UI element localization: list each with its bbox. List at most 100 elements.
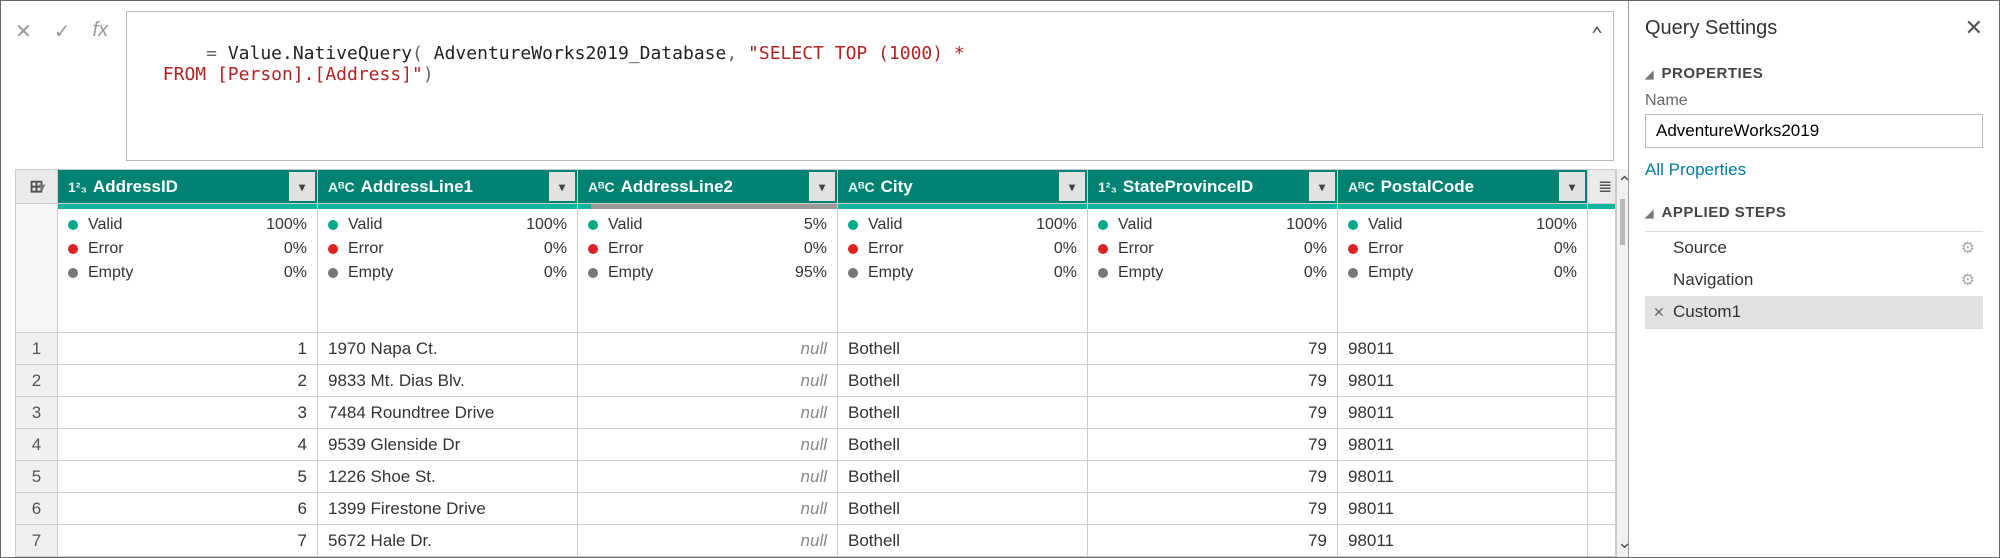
column-header-AddressLine1[interactable]: AᴮCAddressLine1▾ bbox=[318, 170, 578, 204]
table-row[interactable]: 661399 Firestone DrivenullBothell7998011 bbox=[16, 493, 1616, 525]
cell-end bbox=[1588, 461, 1616, 493]
column-header-PostalCode[interactable]: AᴮCPostalCode▾ bbox=[1338, 170, 1588, 204]
cell-AddressLine2[interactable]: null bbox=[578, 461, 838, 493]
cell-City[interactable]: Bothell bbox=[838, 461, 1088, 493]
cell-StateProvinceID[interactable]: 79 bbox=[1088, 365, 1338, 397]
table-row[interactable]: 337484 Roundtree DrivenullBothell7998011 bbox=[16, 397, 1616, 429]
filter-icon[interactable]: ▾ bbox=[809, 172, 835, 201]
cell-AddressID[interactable]: 4 bbox=[58, 429, 318, 461]
row-number: 7 bbox=[16, 525, 58, 557]
cell-AddressLine1[interactable]: 5672 Hale Dr. bbox=[318, 525, 578, 557]
filter-icon[interactable]: ▾ bbox=[1059, 172, 1085, 201]
data-grid[interactable]: ⊞▾1²₃AddressID▾AᴮCAddressLine1▾AᴮCAddres… bbox=[15, 169, 1616, 557]
cell-AddressLine2[interactable]: null bbox=[578, 333, 838, 365]
cell-AddressID[interactable]: 2 bbox=[58, 365, 318, 397]
gear-icon[interactable]: ⚙ bbox=[1961, 270, 1975, 290]
applied-step[interactable]: Navigation⚙ bbox=[1645, 264, 1983, 296]
cell-AddressLine2[interactable]: null bbox=[578, 493, 838, 525]
cell-AddressLine2[interactable]: null bbox=[578, 525, 838, 557]
expand-column[interactable]: ≣ bbox=[1588, 170, 1616, 204]
gear-icon[interactable]: ⚙ bbox=[1961, 238, 1975, 258]
cell-AddressLine2[interactable]: null bbox=[578, 365, 838, 397]
table-row[interactable]: 229833 Mt. Dias Blv.nullBothell7998011 bbox=[16, 365, 1616, 397]
cell-PostalCode[interactable]: 98011 bbox=[1338, 333, 1588, 365]
cell-PostalCode[interactable]: 98011 bbox=[1338, 493, 1588, 525]
formula-close: ) bbox=[423, 64, 434, 85]
formula-expand-icon[interactable]: ⌃ bbox=[1591, 22, 1603, 46]
cell-AddressID[interactable]: 3 bbox=[58, 397, 318, 429]
query-settings-title-text: Query Settings bbox=[1645, 17, 1777, 40]
column-profile: Valid100%Error0%Empty0% bbox=[1088, 204, 1338, 333]
formula-str2: FROM [Person].[Address]" bbox=[163, 64, 423, 85]
column-header-AddressLine2[interactable]: AᴮCAddressLine2▾ bbox=[578, 170, 838, 204]
applied-step[interactable]: Custom1 bbox=[1645, 296, 1983, 328]
table-row[interactable]: 551226 Shoe St.nullBothell7998011 bbox=[16, 461, 1616, 493]
cell-AddressLine1[interactable]: 1399 Firestone Drive bbox=[318, 493, 578, 525]
cell-StateProvinceID[interactable]: 79 bbox=[1088, 429, 1338, 461]
fx-icon[interactable]: fx bbox=[93, 19, 109, 44]
table-row[interactable]: 449539 Glenside DrnullBothell7998011 bbox=[16, 429, 1616, 461]
cell-AddressLine2[interactable]: null bbox=[578, 429, 838, 461]
cell-StateProvinceID[interactable]: 79 bbox=[1088, 525, 1338, 557]
cell-PostalCode[interactable]: 98011 bbox=[1338, 461, 1588, 493]
cell-AddressLine1[interactable]: 7484 Roundtree Drive bbox=[318, 397, 578, 429]
cell-PostalCode[interactable]: 98011 bbox=[1338, 429, 1588, 461]
type-icon: 1²₃ bbox=[1098, 179, 1117, 195]
cell-AddressID[interactable]: 5 bbox=[58, 461, 318, 493]
table-corner[interactable]: ⊞▾ bbox=[16, 170, 58, 204]
cell-AddressLine1[interactable]: 1970 Napa Ct. bbox=[318, 333, 578, 365]
confirm-icon[interactable]: ✓ bbox=[54, 19, 71, 44]
formula-bar[interactable]: = Value.NativeQuery( AdventureWorks2019_… bbox=[126, 11, 1614, 161]
cell-City[interactable]: Bothell bbox=[838, 493, 1088, 525]
row-number: 4 bbox=[16, 429, 58, 461]
row-number: 1 bbox=[16, 333, 58, 365]
cell-StateProvinceID[interactable]: 79 bbox=[1088, 333, 1338, 365]
filter-icon[interactable]: ▾ bbox=[1559, 172, 1585, 201]
cancel-icon[interactable]: ✕ bbox=[15, 19, 32, 44]
query-name-input[interactable] bbox=[1645, 114, 1983, 148]
cell-StateProvinceID[interactable]: 79 bbox=[1088, 397, 1338, 429]
close-icon[interactable]: ✕ bbox=[1965, 15, 1983, 41]
cell-PostalCode[interactable]: 98011 bbox=[1338, 397, 1588, 429]
formula-eq: = bbox=[206, 43, 228, 64]
type-icon: AᴮC bbox=[328, 179, 355, 195]
cell-City[interactable]: Bothell bbox=[838, 397, 1088, 429]
name-label: Name bbox=[1645, 92, 1983, 110]
data-grid-wrap: ⊞▾1²₃AddressID▾AᴮCAddressLine1▾AᴮCAddres… bbox=[1, 161, 1628, 557]
table-row[interactable]: 111970 Napa Ct.nullBothell7998011 bbox=[16, 333, 1616, 365]
cell-PostalCode[interactable]: 98011 bbox=[1338, 525, 1588, 557]
scroll-up-icon[interactable]: ⌃ bbox=[1617, 173, 1628, 194]
cell-AddressLine2[interactable]: null bbox=[578, 397, 838, 429]
cell-StateProvinceID[interactable]: 79 bbox=[1088, 493, 1338, 525]
cell-end bbox=[1588, 397, 1616, 429]
cell-AddressID[interactable]: 1 bbox=[58, 333, 318, 365]
all-properties-link[interactable]: All Properties bbox=[1645, 160, 1983, 180]
column-header-AddressID[interactable]: 1²₃AddressID▾ bbox=[58, 170, 318, 204]
filter-icon[interactable]: ▾ bbox=[549, 172, 575, 201]
filter-icon[interactable]: ▾ bbox=[1309, 172, 1335, 201]
query-settings-title: Query Settings ✕ bbox=[1645, 15, 1983, 41]
cell-StateProvinceID[interactable]: 79 bbox=[1088, 461, 1338, 493]
cell-AddressID[interactable]: 7 bbox=[58, 525, 318, 557]
column-header-StateProvinceID[interactable]: 1²₃StateProvinceID▾ bbox=[1088, 170, 1338, 204]
cell-AddressLine1[interactable]: 1226 Shoe St. bbox=[318, 461, 578, 493]
row-number: 5 bbox=[16, 461, 58, 493]
table-menu-icon[interactable]: ▾ bbox=[29, 172, 55, 201]
cell-PostalCode[interactable]: 98011 bbox=[1338, 365, 1588, 397]
filter-icon[interactable]: ▾ bbox=[289, 172, 315, 201]
cell-end bbox=[1588, 333, 1616, 365]
cell-City[interactable]: Bothell bbox=[838, 525, 1088, 557]
cell-AddressLine1[interactable]: 9833 Mt. Dias Blv. bbox=[318, 365, 578, 397]
vertical-scrollbar[interactable]: ⌃ ⌄ bbox=[1616, 169, 1628, 557]
type-icon: AᴮC bbox=[1348, 179, 1375, 195]
cell-AddressID[interactable]: 6 bbox=[58, 493, 318, 525]
cell-City[interactable]: Bothell bbox=[838, 333, 1088, 365]
cell-City[interactable]: Bothell bbox=[838, 429, 1088, 461]
scroll-thumb[interactable] bbox=[1620, 199, 1625, 245]
table-row[interactable]: 775672 Hale Dr.nullBothell7998011 bbox=[16, 525, 1616, 557]
column-header-City[interactable]: AᴮCCity▾ bbox=[838, 170, 1088, 204]
cell-City[interactable]: Bothell bbox=[838, 365, 1088, 397]
scroll-down-icon[interactable]: ⌄ bbox=[1617, 532, 1628, 553]
cell-AddressLine1[interactable]: 9539 Glenside Dr bbox=[318, 429, 578, 461]
applied-step[interactable]: Source⚙ bbox=[1645, 232, 1983, 264]
